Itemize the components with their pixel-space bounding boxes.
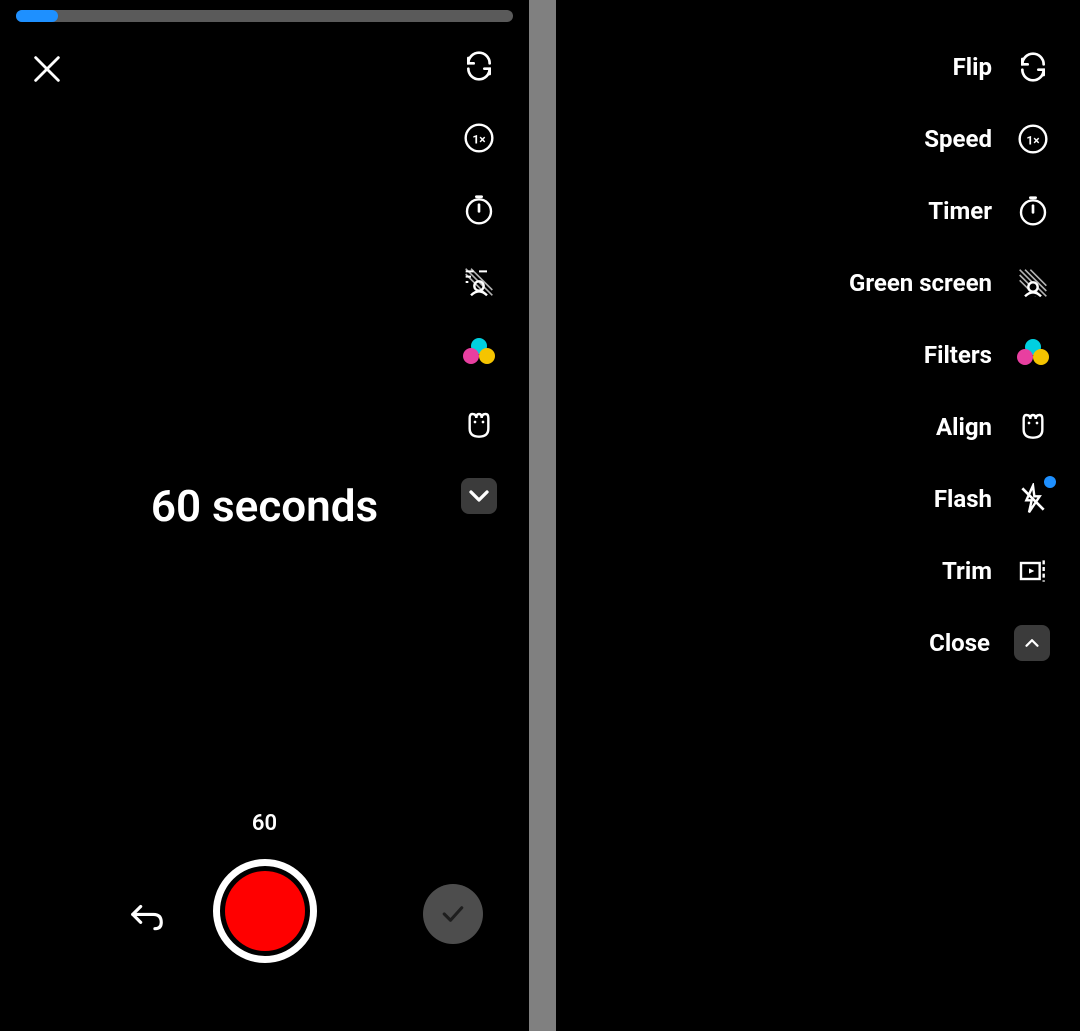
close-icon bbox=[30, 52, 64, 86]
speed-icon: 1× bbox=[463, 122, 495, 154]
tool-menu: Flip Speed 1× Timer bbox=[849, 50, 1050, 660]
recording-progress-fill bbox=[16, 10, 58, 22]
menu-item-green-screen[interactable]: Green screen bbox=[849, 266, 1050, 300]
menu-label: Trim bbox=[942, 557, 992, 585]
menu-item-align[interactable]: Align bbox=[849, 410, 1050, 444]
menu-label: Filters bbox=[924, 341, 992, 369]
menu-label: Flip bbox=[953, 53, 992, 81]
menu-item-trim[interactable]: Trim bbox=[849, 554, 1050, 588]
menu-item-flash[interactable]: Flash bbox=[849, 482, 1050, 516]
record-button[interactable] bbox=[213, 859, 317, 963]
menu-label: Align bbox=[936, 413, 992, 441]
align-icon bbox=[463, 410, 495, 442]
menu-item-speed[interactable]: Speed 1× bbox=[849, 122, 1050, 156]
filters-button[interactable] bbox=[463, 338, 495, 370]
svg-text:1×: 1× bbox=[1026, 133, 1039, 147]
tool-column: 1× bbox=[461, 50, 497, 514]
menu-label: Timer bbox=[928, 197, 992, 225]
svg-text:1×: 1× bbox=[472, 132, 485, 146]
recording-progress-track bbox=[16, 10, 513, 22]
menu-item-timer[interactable]: Timer bbox=[849, 194, 1050, 228]
align-icon bbox=[1016, 410, 1050, 444]
menu-label: Close bbox=[929, 629, 990, 657]
camera-screen-collapsed: 1× bbox=[0, 0, 529, 1031]
speed-icon: 1× bbox=[1016, 122, 1050, 156]
close-button[interactable] bbox=[30, 52, 64, 86]
menu-item-close[interactable]: Close bbox=[849, 626, 1050, 660]
timer-button[interactable] bbox=[463, 194, 495, 226]
chevron-up-icon bbox=[1021, 632, 1043, 654]
notification-dot bbox=[1044, 476, 1056, 488]
check-icon bbox=[438, 899, 468, 929]
filters-icon bbox=[463, 338, 495, 370]
green-screen-button[interactable] bbox=[463, 266, 495, 298]
align-button[interactable] bbox=[463, 410, 495, 442]
green-screen-icon bbox=[1016, 266, 1050, 300]
speed-button[interactable]: 1× bbox=[463, 122, 495, 154]
trim-icon bbox=[1016, 554, 1050, 588]
flip-icon bbox=[1016, 50, 1050, 84]
duration-selector[interactable]: 60 bbox=[0, 811, 529, 836]
record-controls bbox=[0, 859, 529, 969]
camera-screen-expanded: Flip Speed 1× Timer bbox=[556, 0, 1080, 1031]
filters-icon bbox=[1016, 338, 1050, 372]
menu-item-filters[interactable]: Filters bbox=[849, 338, 1050, 372]
flip-button[interactable] bbox=[463, 50, 495, 82]
undo-icon bbox=[128, 901, 166, 931]
undo-button[interactable] bbox=[128, 901, 166, 935]
collapse-tools-button[interactable] bbox=[1014, 625, 1050, 661]
green-screen-icon bbox=[463, 266, 495, 298]
menu-label: Green screen bbox=[849, 269, 992, 297]
menu-item-flip[interactable]: Flip bbox=[849, 50, 1050, 84]
menu-label: Speed bbox=[924, 125, 992, 153]
menu-label: Flash bbox=[934, 485, 992, 513]
duration-label: 60 seconds bbox=[0, 480, 529, 532]
timer-icon bbox=[1016, 194, 1050, 228]
record-inner bbox=[225, 871, 305, 951]
confirm-button[interactable] bbox=[423, 884, 483, 944]
timer-icon bbox=[463, 194, 495, 226]
flip-icon bbox=[463, 50, 495, 82]
flash-off-icon bbox=[1016, 482, 1050, 516]
